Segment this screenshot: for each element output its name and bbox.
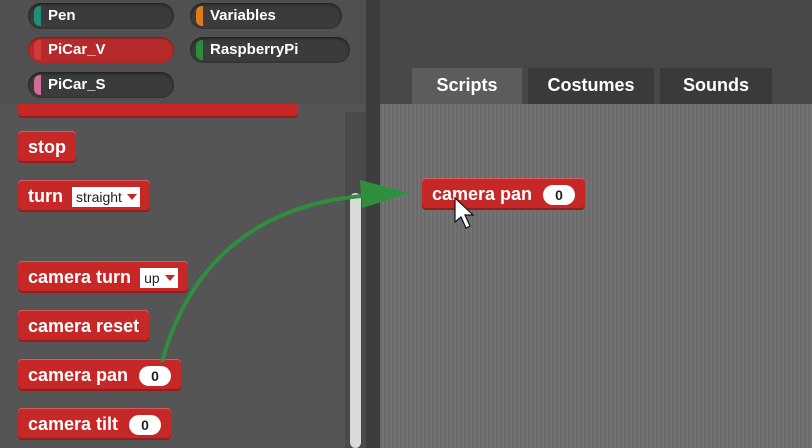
mouse-cursor-icon [454, 196, 475, 229]
drag-arrow-icon [160, 180, 475, 363]
